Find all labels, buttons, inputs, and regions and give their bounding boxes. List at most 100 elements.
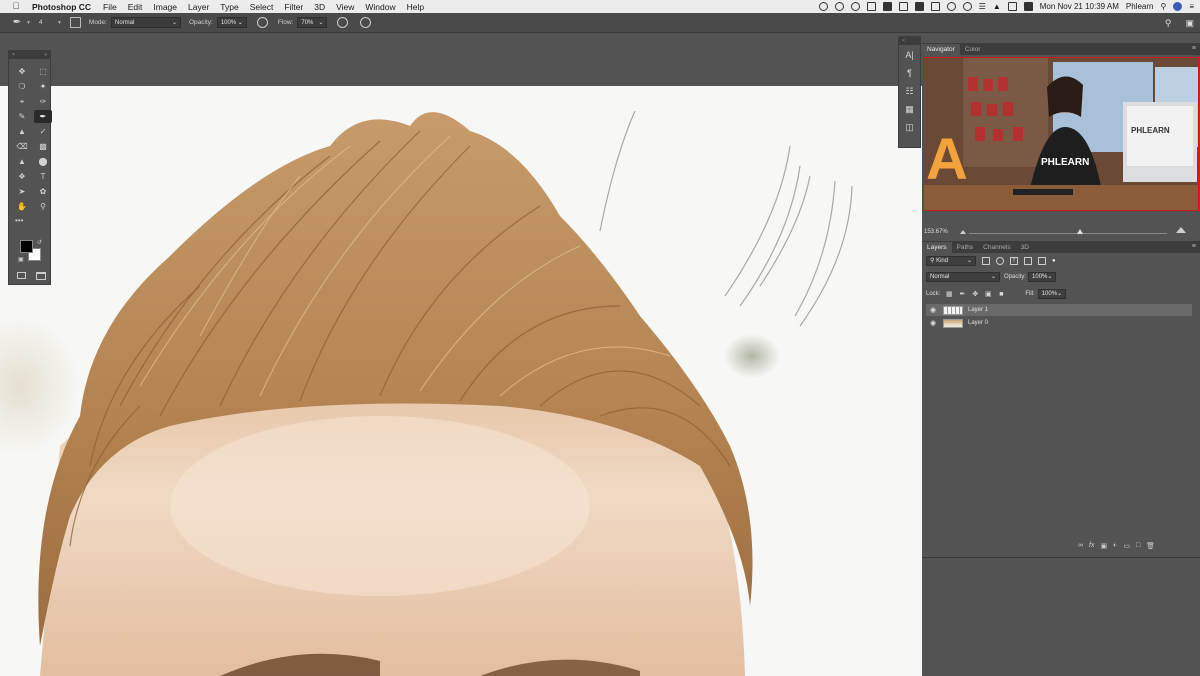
status-icon[interactable] — [834, 2, 844, 11]
visibility-eye-icon[interactable]: ◉ — [928, 319, 938, 327]
history-panel-icon[interactable]: ▦ — [899, 101, 920, 117]
bluetooth-icon[interactable] — [962, 2, 972, 11]
default-colors-icon[interactable]: ▣ — [18, 256, 24, 263]
blend-mode-select[interactable]: Normal ⌄ — [926, 272, 1000, 282]
close-icon[interactable]: × — [902, 38, 905, 44]
tab-channels[interactable]: Channels — [978, 242, 1015, 253]
eraser-tool-icon[interactable]: ⌫ — [13, 140, 31, 153]
panel-menu-icon[interactable]: ≡ — [1192, 243, 1196, 250]
brush-tool-preset-icon[interactable]: ✒ — [10, 16, 24, 30]
lock-all-icon[interactable]: ■ — [997, 291, 1005, 298]
new-group-icon[interactable]: ▭ — [1123, 542, 1130, 550]
screen-mode-icon[interactable] — [36, 272, 46, 280]
filter-adjustment-icon[interactable] — [996, 257, 1004, 265]
close-icon[interactable]: × — [12, 52, 15, 58]
zoom-slider-track[interactable] — [969, 233, 1167, 234]
delete-layer-icon[interactable]: 🗑 — [1146, 542, 1155, 550]
lock-image-icon[interactable]: ✒ — [958, 290, 966, 298]
clock[interactable]: Mon Nov 21 10:39 AM — [1040, 2, 1119, 11]
opacity-field[interactable]: 100% ⌄ — [216, 17, 247, 28]
document-canvas[interactable] — [0, 86, 922, 676]
menu-edit[interactable]: Edit — [128, 2, 143, 12]
layer-row-layer-1[interactable]: ◉ Layer 1 — [926, 304, 1192, 316]
lock-artboard-icon[interactable]: ▣ — [984, 290, 992, 298]
record-icon[interactable] — [818, 2, 828, 11]
user-name[interactable]: Phlearn — [1126, 2, 1154, 11]
apple-icon[interactable]:  — [10, 0, 22, 13]
custom-shape-tool-icon[interactable]: ✿ — [34, 185, 52, 198]
menu-file[interactable]: File — [103, 2, 117, 12]
menu-select[interactable]: Select — [250, 2, 274, 12]
type-tool-icon[interactable]: T — [34, 170, 52, 183]
paragraph-panel-icon[interactable]: ¶ — [899, 65, 920, 81]
filter-pixel-icon[interactable] — [982, 257, 990, 265]
layer-opacity-field[interactable]: 100% ⌄ — [1028, 272, 1057, 282]
mode-select[interactable]: Normal ⌄ — [110, 17, 181, 28]
healing-brush-tool-icon[interactable]: ✎ — [13, 110, 31, 123]
chevron-down-icon[interactable]: ▼ — [57, 20, 62, 26]
panel-menu-icon[interactable]: ≡ — [1192, 45, 1196, 52]
tab-layers[interactable]: Layers — [922, 242, 952, 253]
dodge-tool-icon[interactable]: ⬤ — [34, 155, 52, 168]
blur-tool-icon[interactable]: ▲ — [13, 155, 31, 168]
pressure-opacity-icon[interactable] — [256, 17, 268, 28]
brush-panel-icon[interactable] — [69, 17, 81, 28]
crop-tool-icon[interactable]: ⌖ — [13, 95, 31, 108]
layer-name[interactable]: Layer 0 — [968, 320, 988, 326]
quick-mask-icon[interactable] — [17, 272, 26, 279]
tab-color[interactable]: Color — [960, 44, 986, 55]
lasso-tool-icon[interactable]: ❍ — [13, 80, 31, 93]
move-tool-icon[interactable]: ✥ — [13, 65, 31, 78]
menu-help[interactable]: Help — [407, 2, 424, 12]
brush-size[interactable]: 4 — [39, 20, 51, 26]
new-layer-icon[interactable]: □ — [1136, 542, 1140, 550]
menu-type[interactable]: Type — [220, 2, 238, 12]
history-brush-tool-icon[interactable]: ✓ — [34, 125, 52, 138]
zoom-in-icon[interactable] — [1176, 227, 1186, 233]
tab-3d[interactable]: 3D — [1016, 242, 1034, 253]
time-machine-icon[interactable] — [946, 2, 956, 11]
collapse-icon[interactable]: » — [44, 52, 47, 58]
layer-style-icon[interactable]: fx — [1089, 542, 1094, 550]
fill-field[interactable]: 100% ⌄ — [1037, 289, 1066, 299]
zoom-readout[interactable]: 153.67% — [924, 229, 948, 235]
status-icon[interactable] — [914, 2, 924, 11]
siri-icon[interactable] — [1173, 2, 1183, 11]
properties-panel-icon[interactable]: ☷ — [899, 83, 920, 99]
link-layers-icon[interactable]: ∞ — [1078, 542, 1083, 550]
filter-type-icon[interactable]: T — [1010, 257, 1018, 265]
filter-kind-select[interactable]: ⚲ Kind ⌄ — [926, 256, 976, 266]
visibility-eye-icon[interactable]: ◉ — [928, 306, 938, 314]
status-icon[interactable] — [882, 2, 892, 11]
airbrush-icon[interactable] — [337, 17, 349, 28]
wifi-icon[interactable]: ☰ — [979, 2, 986, 11]
battery-icon[interactable] — [1023, 2, 1033, 11]
menu-image[interactable]: Image — [153, 2, 177, 12]
layer-row-layer-0[interactable]: ◉ Layer 0 — [926, 317, 1192, 329]
magic-wand-tool-icon[interactable]: ✦ — [34, 80, 52, 93]
menu-3d[interactable]: 3D — [314, 2, 325, 12]
add-mask-icon[interactable]: ▣ — [1100, 542, 1107, 550]
clone-stamp-tool-icon[interactable]: ▲ — [13, 125, 31, 138]
path-selection-tool-icon[interactable]: ➤ — [13, 185, 31, 198]
volume-icon[interactable]: ▲ — [993, 2, 1001, 11]
spotlight-icon[interactable]: ⚲ — [1160, 2, 1166, 11]
menu-layer[interactable]: Layer — [188, 2, 209, 12]
menu-view[interactable]: View — [336, 2, 354, 12]
lock-position-icon[interactable]: ✥ — [971, 290, 979, 298]
notification-center-icon[interactable]: ≡ — [1189, 2, 1194, 11]
status-icon[interactable] — [930, 2, 940, 11]
pressure-size-icon[interactable] — [360, 17, 372, 28]
zoom-out-icon[interactable] — [960, 230, 966, 234]
tools-panel-header[interactable]: ×» — [9, 51, 50, 59]
menu-filter[interactable]: Filter — [284, 2, 303, 12]
foreground-color-swatch[interactable] — [20, 240, 33, 253]
eyedropper-tool-icon[interactable]: ✑ — [34, 95, 52, 108]
airplay-icon[interactable] — [1007, 2, 1017, 11]
swap-colors-icon[interactable]: ↺ — [37, 239, 42, 246]
filter-shape-icon[interactable] — [1024, 257, 1032, 265]
flow-field[interactable]: 70% ⌄ — [297, 17, 328, 28]
tab-paths[interactable]: Paths — [952, 242, 979, 253]
filter-toggle-icon[interactable]: ● — [1052, 258, 1056, 264]
menu-window[interactable]: Window — [365, 2, 395, 12]
